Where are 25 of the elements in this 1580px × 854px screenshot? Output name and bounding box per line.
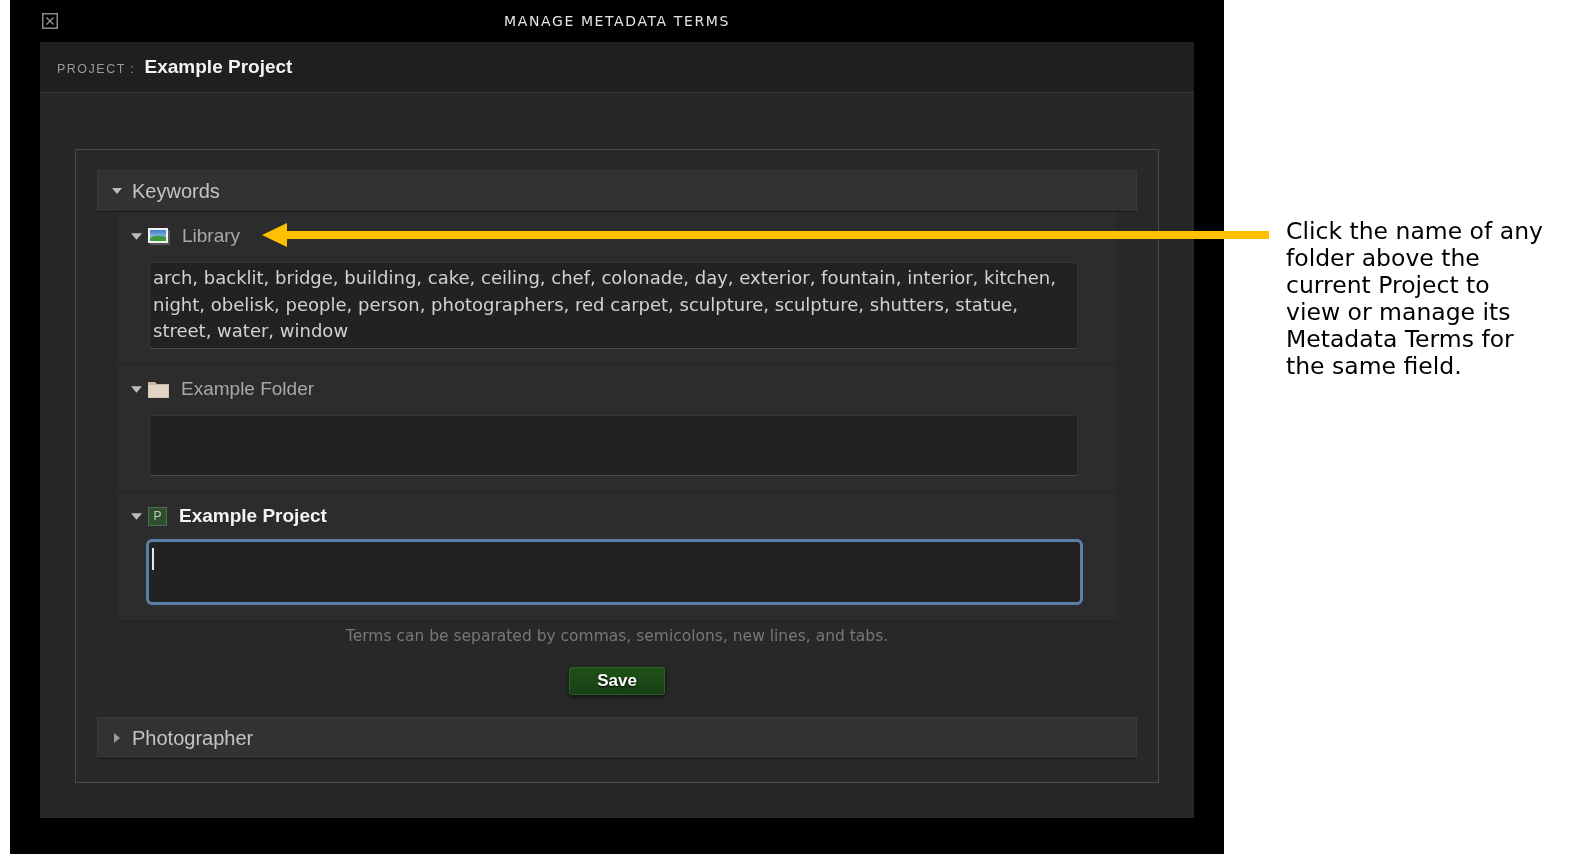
disclosure-triangle-icon[interactable] [131,383,142,395]
hint-text: Terms can be separated by commas, semicolons, new lines, and tabs. [344,627,890,645]
section-header[interactable]: Keywords [97,170,1137,212]
folder-name-link[interactable]: Example Project [179,505,327,527]
disclosure-triangle-icon[interactable] [131,510,142,522]
annotation-text: Click the name of any folder above the current Project to view or manage its Metadata Terms for the same field. [1286,218,1544,380]
project-name: Example Project [144,56,293,78]
disclosure-triangle-icon[interactable] [112,186,122,196]
section-header[interactable]: Photographer [97,717,1137,759]
folder-icon [148,380,169,398]
close-button[interactable] [42,13,58,29]
landscape-picture-icon [148,227,170,245]
text-cursor-icon [152,548,154,570]
disclosure-triangle-icon[interactable] [131,230,142,242]
terms-field[interactable] [146,539,1083,605]
folder-name-link[interactable]: Example Folder [181,378,315,400]
project-icon: P [148,506,167,526]
project-label: PROJECT : [57,60,136,76]
close-icon [42,13,58,29]
save-button[interactable]: Save [569,667,665,695]
disclosure-triangle-icon[interactable] [112,733,122,743]
terms-field[interactable] [149,415,1078,476]
terms-field[interactable]: arch, backlit, bridge, building, cake, ceiling, chef, colonade, day, exterior, fountain, interior, kitchen, night, obelisk, people, person, photographers, red carpet, sculpture, sculpture, shutters, statue, street, water, window [149,262,1078,349]
folder-name-link[interactable]: Library [182,225,241,247]
window-title: MANAGE METADATA TERMS [504,13,730,29]
